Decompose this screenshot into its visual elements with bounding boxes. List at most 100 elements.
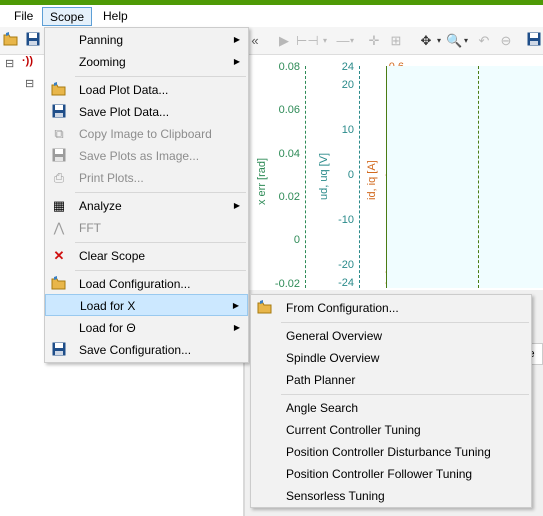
menu-item-fft[interactable]: ⋀ FFT xyxy=(45,217,248,239)
crosshair-icon[interactable]: ✛ xyxy=(366,32,382,50)
tree-expander[interactable]: ⊟ xyxy=(5,57,14,70)
menu-item-label: Zooming xyxy=(79,55,126,69)
menu-item-label: Analyze xyxy=(79,199,122,213)
save-icon[interactable] xyxy=(24,32,42,50)
menu-item-label: From Configuration... xyxy=(286,301,399,315)
menu-item-label: Panning xyxy=(79,33,124,47)
menu-item-print-plots[interactable]: ⎙ Print Plots... xyxy=(45,167,248,189)
menu-item-analyze[interactable]: ▦ Analyze ▶ xyxy=(45,195,248,217)
signal-icon: ·)) xyxy=(22,55,33,67)
menu-item-label: Copy Image to Clipboard xyxy=(79,127,212,141)
submenu-item-path-planner[interactable]: Path Planner xyxy=(251,369,531,391)
folder-open-icon xyxy=(51,82,67,98)
double-chevron-left-icon[interactable]: « xyxy=(248,32,262,50)
submenu-item-position-follower-tuning[interactable]: Position Controller Follower Tuning xyxy=(251,463,531,485)
submenu-item-current-controller-tuning[interactable]: Current Controller Tuning xyxy=(251,419,531,441)
folder-open-icon xyxy=(257,300,273,316)
menu-item-label: Save Configuration... xyxy=(79,343,192,357)
tick-label: -20 xyxy=(338,259,354,271)
menu-item-label: FFT xyxy=(79,221,101,235)
cursor-icon[interactable]: ⊞ xyxy=(388,32,404,50)
menu-separator xyxy=(75,192,246,193)
copy-icon: ⧉ xyxy=(54,126,64,141)
menu-item-panning[interactable]: Panning ▶ xyxy=(45,29,248,51)
step-icon[interactable]: ⊢⊣ xyxy=(296,32,319,50)
submenu-arrow-icon: ▶ xyxy=(232,301,239,310)
menu-separator xyxy=(281,394,529,395)
submenu-item-spindle-overview[interactable]: Spindle Overview xyxy=(251,347,531,369)
save-icon[interactable] xyxy=(526,32,542,50)
menu-item-label: Load Configuration... xyxy=(79,277,191,291)
tick-label: -24 xyxy=(338,277,354,289)
save-icon xyxy=(51,148,67,164)
scope-menu: Panning ▶ Zooming ▶ Load Plot Data... Sa… xyxy=(44,27,249,363)
tick-label: 10 xyxy=(341,124,354,136)
menu-item-clear-scope[interactable]: ✕ Clear Scope xyxy=(45,245,248,267)
play-icon[interactable]: ▶ xyxy=(277,32,291,50)
menu-item-label: Spindle Overview xyxy=(286,351,380,365)
tick-label: 24 xyxy=(341,61,354,73)
submenu-item-angle-search[interactable]: Angle Search xyxy=(251,397,531,419)
dropdown-arrow-icon[interactable]: ▾ xyxy=(434,32,444,50)
menu-item-label: Angle Search xyxy=(286,401,359,415)
axis-ud-label: ud, uq [V] xyxy=(318,152,330,200)
zoom-reset-icon[interactable]: ⊖ xyxy=(498,32,514,50)
submenu-item-from-configuration[interactable]: From Configuration... xyxy=(251,297,531,319)
submenu-arrow-icon: ▶ xyxy=(233,323,240,332)
axis-ud-line xyxy=(359,66,360,288)
menu-item-load-for-theta[interactable]: Load for Θ ▶ xyxy=(45,317,248,339)
plot-canvas[interactable] xyxy=(386,66,543,288)
menu-item-label: General Overview xyxy=(286,329,383,343)
menu-bar: File Scope Help xyxy=(0,5,543,27)
menu-scope[interactable]: Scope xyxy=(42,7,93,26)
dropdown-arrow-icon[interactable]: ▾ xyxy=(461,32,471,50)
pan-arrows-icon[interactable]: ✥ xyxy=(418,32,434,50)
fft-icon: ⋀ xyxy=(53,220,65,235)
menu-item-label: Print Plots... xyxy=(79,171,144,185)
tree-panel: ⊟ ·)) ⊟ xyxy=(0,55,45,516)
red-x-icon: ✕ xyxy=(53,248,65,263)
save-icon xyxy=(51,104,67,120)
submenu-item-position-disturbance-tuning[interactable]: Position Controller Disturbance Tuning xyxy=(251,441,531,463)
menu-item-label: Load for X xyxy=(80,299,136,313)
dropdown-arrow-icon[interactable]: ▾ xyxy=(347,32,357,50)
menu-item-save-plot-data[interactable]: Save Plot Data... xyxy=(45,101,248,123)
tick-label: 0 xyxy=(293,234,300,246)
menu-item-save-configuration[interactable]: Save Configuration... xyxy=(45,339,248,361)
tick-label: 0.08 xyxy=(278,61,300,73)
folder-open-icon xyxy=(51,276,67,292)
dropdown-arrow-icon[interactable]: ▾ xyxy=(320,32,330,50)
menu-item-copy-image[interactable]: ⧉ Copy Image to Clipboard xyxy=(45,123,248,145)
save-icon xyxy=(51,342,67,358)
tree-child-expander[interactable]: ⊟ xyxy=(25,77,34,90)
menu-separator xyxy=(75,76,246,77)
axis-xerr-label: x err [rad] xyxy=(256,157,268,205)
menu-file[interactable]: File xyxy=(7,7,40,26)
submenu-item-general-overview[interactable]: General Overview xyxy=(251,325,531,347)
menu-separator xyxy=(75,270,246,271)
axis-id-label: id, iq [A] xyxy=(366,160,378,200)
menu-item-load-configuration[interactable]: Load Configuration... xyxy=(45,273,248,295)
menu-item-zooming[interactable]: Zooming ▶ xyxy=(45,51,248,73)
submenu-arrow-icon: ▶ xyxy=(233,35,240,44)
submenu-arrow-icon: ▶ xyxy=(233,57,240,66)
tick-label: 20 xyxy=(341,79,354,91)
axis-xerr-line xyxy=(305,66,306,288)
menu-item-load-for-x[interactable]: Load for X ▶ xyxy=(45,294,248,316)
menu-item-label: Sensorless Tuning xyxy=(286,489,385,503)
menu-help[interactable]: Help xyxy=(96,7,135,26)
undo-icon[interactable]: ↶ xyxy=(476,32,492,50)
menu-separator xyxy=(75,242,246,243)
tick-label: 0.06 xyxy=(278,104,300,116)
folder-open-icon[interactable] xyxy=(2,32,20,50)
printer-icon: ⎙ xyxy=(53,170,65,185)
menu-item-label: Save Plot Data... xyxy=(79,105,170,119)
menu-item-label: Load for Θ xyxy=(79,321,136,335)
menu-item-save-plots-image[interactable]: Save Plots as Image... xyxy=(45,145,248,167)
submenu-item-sensorless-tuning[interactable]: Sensorless Tuning xyxy=(251,485,531,507)
load-for-x-submenu: From Configuration... General Overview S… xyxy=(250,294,532,508)
menu-item-load-plot-data[interactable]: Load Plot Data... xyxy=(45,79,248,101)
zoom-icon[interactable]: 🔍 xyxy=(446,32,462,50)
submenu-arrow-icon: ▶ xyxy=(233,201,240,210)
menu-item-label: Position Controller Disturbance Tuning xyxy=(286,445,491,459)
